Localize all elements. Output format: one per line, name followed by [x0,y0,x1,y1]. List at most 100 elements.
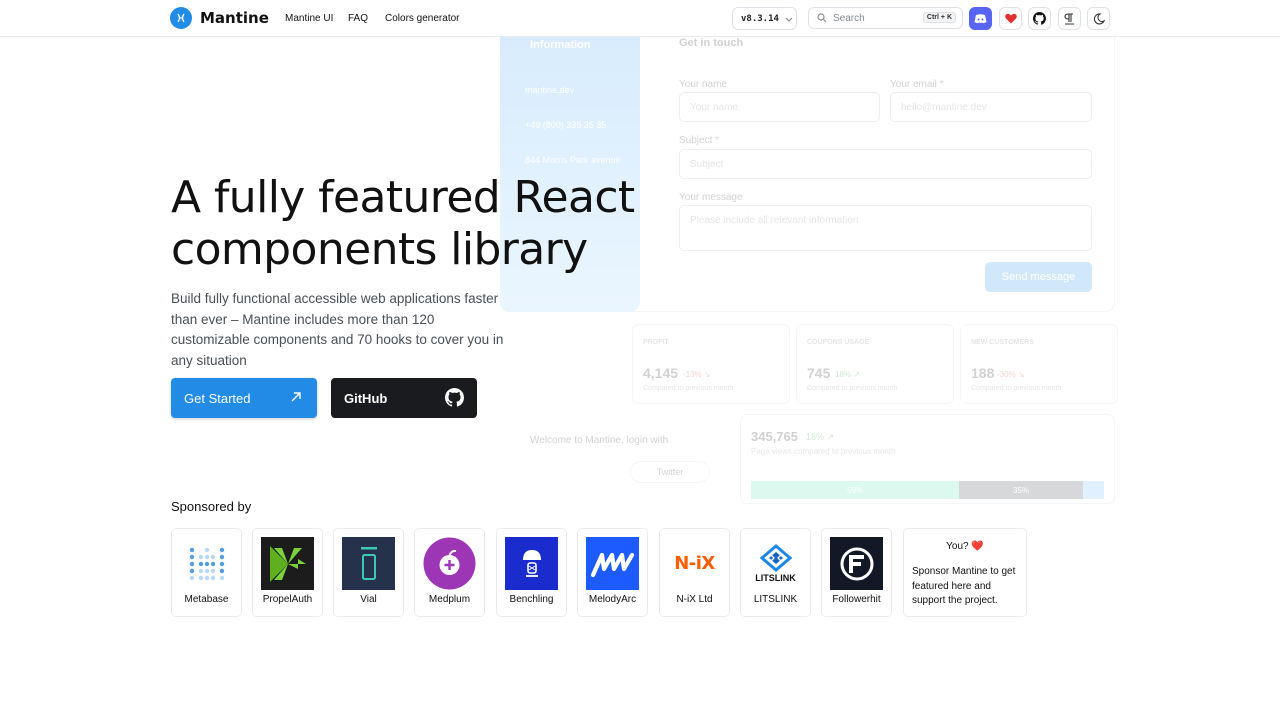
stat-value: 745 [807,365,831,381]
search-icon [817,13,827,23]
sponsor-name: Benchling [509,594,554,605]
nav-colors-generator[interactable]: Colors generator [385,13,459,24]
brand-name: Mantine [200,9,269,27]
mantine-logo-icon [170,7,192,29]
sponsor-card-melodyarc[interactable]: MelodyArc [577,528,648,617]
message-placeholder: Please include all relevant information [690,215,859,226]
chevron-down-icon [785,17,793,22]
sponsor-name: LITSLINK [753,594,798,605]
become-sponsor-card[interactable]: You? ❤️ Sponsor Mantine to get featured … [903,528,1027,617]
stat-value: 4,145 [643,365,679,381]
search-shortcut: Ctrl + K [922,12,956,23]
sponsor-name: Vial [360,594,377,605]
moon-icon [1093,12,1105,25]
sponsor-button[interactable] [999,7,1022,30]
discord-button[interactable] [969,7,992,30]
search-input[interactable]: Search Ctrl + K [808,7,963,29]
email-placeholder: hello@mantine.dev [901,102,987,113]
stat-label: NEW CUSTOMERS [971,339,1034,346]
stat-card: NEW CUSTOMERS 188 -30% ↘ Compared to pre… [960,324,1118,404]
propelauth-logo [261,537,314,590]
send-message-demo: Send message [985,262,1092,292]
sponsor-card-benchling[interactable]: Benchling [496,528,567,617]
stat-diff: -30% ↘ [997,370,1025,379]
stat-label: PROFIT [643,339,669,346]
page-views-progress: 59% 35% [751,481,1104,499]
get-started-button[interactable]: Get Started [171,378,317,418]
stat-value: 188 [971,365,995,381]
get-started-label: Get Started [184,390,251,406]
version-select[interactable]: v8.3.14 [732,7,797,30]
stat-card: PROFIT 4,145 -13% ↘ Compared to previous… [632,324,790,404]
become-sponsor-text: Sponsor Mantine to get featured here and… [912,566,1016,606]
sponsor-name: MelodyArc [588,594,637,605]
page-views-diff: 18% ↗ [806,432,835,442]
page-views-value: 345,765 [751,429,798,444]
top-header: Mantine Mantine UI FAQ Colors generator … [0,0,1280,37]
become-sponsor-title: You? ❤️ [946,541,984,552]
subject-label: Subject * [679,135,720,146]
info-item: +49 (800) 335 35 35 [525,120,607,130]
twitter-button-demo: Twitter [630,461,710,483]
name-label: Your name [679,79,727,90]
info-item: mantine.dev [525,85,575,95]
benchling-logo [505,537,558,590]
sponsors-heading: Sponsored by [171,499,252,514]
contact-title: Get in touch [679,37,744,49]
sponsor-name: N-iX Ltd [676,594,713,605]
arrow-up-right-icon [291,392,301,402]
stat-caption: Compared to previous month [971,385,1062,392]
sponsor-card-vial[interactable]: Vial [333,528,404,617]
subject-field-demo: Subject [679,149,1092,179]
stat-caption: Compared to previous month [807,385,898,392]
hero-title: A fully featured React components librar… [171,172,651,276]
sponsor-card-medplum[interactable]: Medplum [414,528,485,617]
page-views-caption: Page views compared to previous month [751,447,896,456]
stat-diff: -13% ↘ [683,370,711,379]
brand-logo[interactable]: Mantine [170,7,269,29]
hero-title-line: components library [171,224,588,275]
direction-toggle[interactable] [1058,7,1081,30]
subject-placeholder: Subject [690,159,724,170]
hero-title-line: A fully featured React [171,172,635,223]
melodyarc-logo [586,537,639,590]
progress-segment [1082,481,1104,499]
sponsor-card-propelauth[interactable]: PropelAuth [252,528,323,617]
page-views-card: 345,765 18% ↗ Page views compared to pre… [740,414,1115,504]
name-field-demo: Your name [679,92,880,122]
github-header-button[interactable] [1028,7,1051,30]
github-icon [445,388,464,407]
progress-segment: 59% [751,481,960,499]
message-label: Your message [679,192,743,203]
heart-icon [1004,13,1017,24]
litslink-logo-text: LITSLINK [755,573,796,583]
nav-mantine-ui[interactable]: Mantine UI [285,13,333,24]
info-item: 844 Morris Park avenue [525,155,621,165]
text-direction-icon [1064,12,1074,25]
message-field-demo: Please include all relevant information [679,205,1092,251]
medplum-logo [423,537,476,590]
stat-card: COUPONS USAGE 745 18% ↗ Compared to prev… [796,324,954,404]
github-button[interactable]: GitHub [331,378,477,418]
sponsor-card-nix[interactable]: N-iX N-iX Ltd [659,528,730,617]
followerhit-logo [830,537,883,590]
nix-logo: N-iX [668,537,721,590]
metabase-logo [180,537,233,590]
github-label: GitHub [344,390,388,406]
nav-faq[interactable]: FAQ [348,13,368,24]
email-field-demo: hello@mantine.dev [890,92,1092,122]
color-scheme-toggle[interactable] [1087,7,1110,30]
litslink-logo: LITSLINK [749,537,802,590]
name-placeholder: Your name [690,102,738,113]
hero-description: Build fully functional accessible web ap… [171,291,504,368]
login-text: Welcome to Mantine, login with [530,435,669,446]
sponsor-name: Followerhit [832,594,881,605]
progress-segment: 35% [959,481,1083,499]
sponsor-card-metabase[interactable]: Metabase [171,528,242,617]
stat-diff: 18% ↗ [835,370,860,379]
sponsor-card-litslink[interactable]: LITSLINK LITSLINK [740,528,811,617]
sponsor-card-followerhit[interactable]: Followerhit [821,528,892,617]
github-icon [1033,12,1046,25]
stat-caption: Compared to previous month [643,385,734,392]
sponsor-name: Metabase [184,594,229,605]
